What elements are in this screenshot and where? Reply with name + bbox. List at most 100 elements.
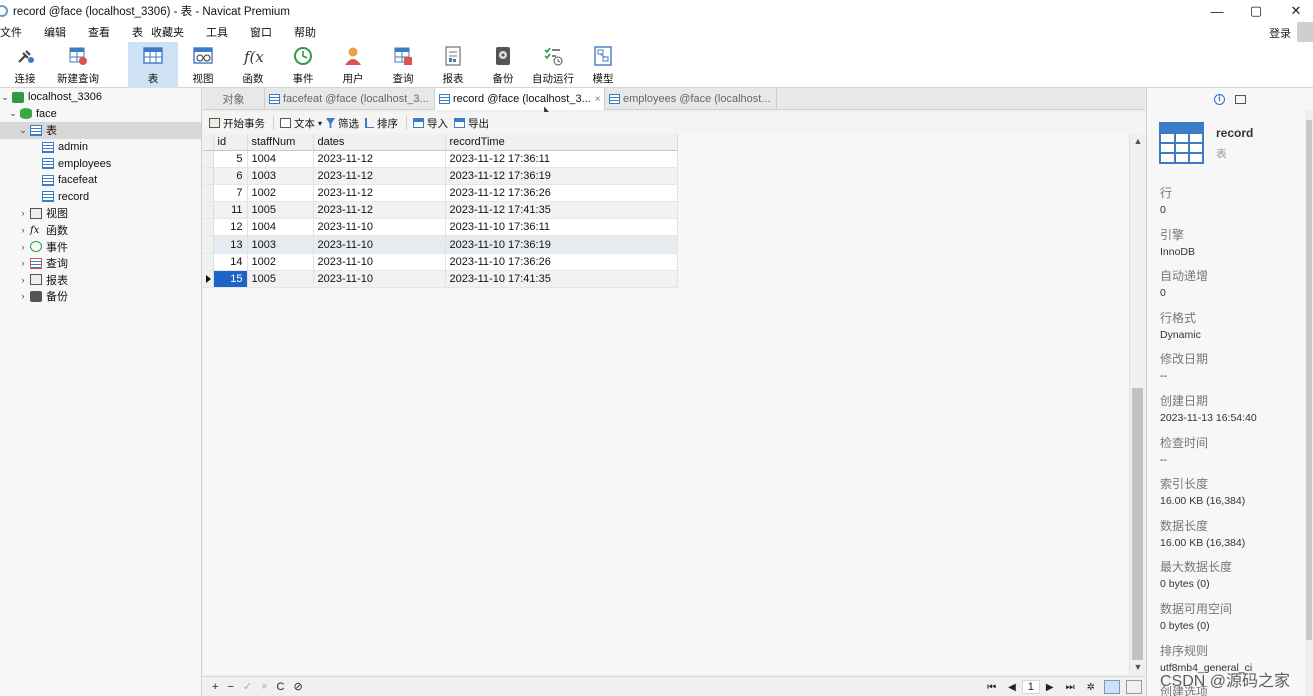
- maximize-button[interactable]: ▢: [1236, 0, 1276, 22]
- refresh-button[interactable]: C: [277, 681, 285, 693]
- menu-favorites[interactable]: 收藏夹: [147, 24, 195, 40]
- table-row[interactable]: 15 1005 2023-11-10 2023-11-10 17:41:35: [203, 270, 678, 289]
- toolbar-new-query-button[interactable]: 新建查询: [50, 42, 106, 88]
- tree-events-group[interactable]: › 事件: [0, 238, 201, 255]
- row-marker-current[interactable]: [203, 270, 214, 289]
- close-button[interactable]: ✕: [1276, 0, 1313, 22]
- first-page-button[interactable]: ⏮: [987, 682, 996, 693]
- table-row[interactable]: 5 1004 2023-11-12 2023-11-12 17:36:11: [203, 150, 678, 168]
- column-header-dates[interactable]: dates: [313, 134, 446, 151]
- apply-changes-button[interactable]: ✓: [243, 680, 252, 693]
- grid-view-button[interactable]: [1104, 680, 1120, 694]
- cell-dates[interactable]: 2023-11-10: [313, 253, 446, 271]
- cell-recordtime[interactable]: 2023-11-10 17:36:26: [445, 253, 678, 271]
- cell-recordtime[interactable]: 2023-11-10 17:36:11: [445, 218, 678, 237]
- toolbar-backup-button[interactable]: 备份: [478, 42, 528, 88]
- tab-objects[interactable]: 对象: [203, 88, 265, 110]
- info-icon[interactable]: i: [1214, 93, 1225, 105]
- toolbar-event-button[interactable]: 事件: [278, 42, 328, 88]
- column-header-id[interactable]: id: [213, 134, 248, 151]
- table-row[interactable]: 14 1002 2023-11-10 2023-11-10 17:36:26: [203, 253, 678, 271]
- cell-id[interactable]: 14: [213, 253, 248, 271]
- table-row[interactable]: 12 1004 2023-11-10 2023-11-10 17:36:11: [203, 218, 678, 237]
- tree-table-facefeat[interactable]: facefeat: [0, 172, 201, 189]
- cell-staffnum[interactable]: 1004: [247, 150, 314, 168]
- tree-views-group[interactable]: › 视图: [0, 205, 201, 222]
- cell-dates[interactable]: 2023-11-12: [313, 150, 446, 168]
- ddl-icon[interactable]: [1235, 94, 1246, 104]
- table-row[interactable]: 13 1003 2023-11-10 2023-11-10 17:36:19: [203, 235, 678, 254]
- row-marker[interactable]: [203, 167, 214, 185]
- tree-table-employees[interactable]: employees: [0, 155, 201, 172]
- add-record-button[interactable]: +: [212, 681, 218, 693]
- text-button[interactable]: 文本 ▾: [280, 116, 322, 131]
- cell-staffnum[interactable]: 1002: [247, 184, 314, 203]
- tree-backups-group[interactable]: › 备份: [0, 288, 201, 305]
- tab-employees[interactable]: employees @face (localhost...: [605, 88, 777, 110]
- chevron-down-icon[interactable]: ⌄: [0, 92, 10, 103]
- toolbar-model-button[interactable]: 模型: [578, 42, 628, 88]
- tree-functions-group[interactable]: › fx 函数: [0, 222, 201, 239]
- row-marker[interactable]: [203, 150, 214, 168]
- cell-recordtime[interactable]: 2023-11-10 17:41:35: [445, 270, 678, 289]
- column-header-recordtime[interactable]: recordTime: [445, 134, 678, 151]
- avatar[interactable]: [1297, 22, 1313, 42]
- stop-button[interactable]: ⊘: [293, 680, 302, 693]
- scrollbar-thumb[interactable]: [1132, 388, 1143, 660]
- toolbar-query-button[interactable]: 查询: [378, 42, 428, 88]
- cell-id[interactable]: 7: [213, 184, 248, 203]
- login-button[interactable]: 登录: [1269, 25, 1291, 41]
- chevron-right-icon[interactable]: ›: [18, 225, 28, 235]
- tree-table-admin[interactable]: admin: [0, 139, 201, 156]
- table-row[interactable]: 6 1003 2023-11-12 2023-11-12 17:36:19: [203, 167, 678, 185]
- cell-staffnum[interactable]: 1003: [247, 167, 314, 185]
- cell-recordtime[interactable]: 2023-11-12 17:36:19: [445, 167, 678, 185]
- column-header-staffnum[interactable]: staffNum: [247, 134, 314, 151]
- menu-file[interactable]: 文件: [0, 24, 33, 40]
- toolbar-connect-button[interactable]: 连接: [0, 42, 50, 88]
- menu-view[interactable]: 查看: [77, 24, 121, 40]
- cell-dates[interactable]: 2023-11-10: [313, 270, 446, 289]
- cell-dates[interactable]: 2023-11-12: [313, 201, 446, 220]
- tree-reports-group[interactable]: › 报表: [0, 272, 201, 289]
- row-marker[interactable]: [203, 218, 214, 237]
- cell-staffnum[interactable]: 1003: [247, 235, 314, 254]
- toolbar-function-button[interactable]: f(x) 函数: [228, 42, 278, 88]
- toolbar-user-button[interactable]: 用户: [328, 42, 378, 88]
- cell-staffnum[interactable]: 1004: [247, 218, 314, 237]
- cell-staffnum[interactable]: 1002: [247, 253, 314, 271]
- chevron-down-icon[interactable]: ⌄: [8, 108, 18, 119]
- chevron-right-icon[interactable]: ›: [18, 208, 28, 218]
- prev-page-button[interactable]: ◀: [1008, 682, 1016, 693]
- cell-recordtime[interactable]: 2023-11-12 17:41:35: [445, 201, 678, 220]
- settings-button[interactable]: ✲: [1087, 682, 1095, 693]
- tree-queries-group[interactable]: › 查询: [0, 255, 201, 272]
- cell-staffnum[interactable]: 1005: [247, 201, 314, 220]
- cell-id[interactable]: 6: [213, 167, 248, 185]
- cell-dates[interactable]: 2023-11-12: [313, 184, 446, 203]
- tree-table-record[interactable]: record: [0, 189, 201, 206]
- menu-window[interactable]: 窗口: [239, 24, 283, 40]
- begin-transaction-button[interactable]: 开始事务: [209, 116, 265, 131]
- toolbar-view-button[interactable]: 视图: [178, 42, 228, 88]
- menu-help[interactable]: 帮助: [283, 24, 327, 40]
- tree-tables-group[interactable]: ⌄ 表: [0, 122, 201, 139]
- row-marker[interactable]: [203, 201, 214, 220]
- table-row[interactable]: 11 1005 2023-11-12 2023-11-12 17:41:35: [203, 201, 678, 220]
- cell-id[interactable]: 5: [213, 150, 248, 168]
- row-marker[interactable]: [203, 235, 214, 254]
- grid-vertical-scrollbar[interactable]: ▲ ▼: [1129, 134, 1145, 674]
- cell-id[interactable]: 12: [213, 218, 248, 237]
- delete-record-button[interactable]: −: [227, 681, 233, 693]
- chevron-right-icon[interactable]: ›: [18, 258, 28, 268]
- toolbar-autorun-button[interactable]: 自动运行: [528, 42, 578, 88]
- scroll-down-icon[interactable]: ▼: [1130, 662, 1146, 672]
- chevron-right-icon[interactable]: ›: [18, 275, 28, 285]
- cell-staffnum[interactable]: 1005: [247, 270, 314, 289]
- discard-changes-button[interactable]: ×: [261, 681, 267, 693]
- export-button[interactable]: 导出: [454, 116, 489, 131]
- last-page-button[interactable]: ⏭: [1066, 682, 1075, 693]
- cell-recordtime[interactable]: 2023-11-10 17:36:19: [445, 235, 678, 254]
- info-panel-scrollbar[interactable]: [1305, 110, 1313, 696]
- cell-recordtime[interactable]: 2023-11-12 17:36:26: [445, 184, 678, 203]
